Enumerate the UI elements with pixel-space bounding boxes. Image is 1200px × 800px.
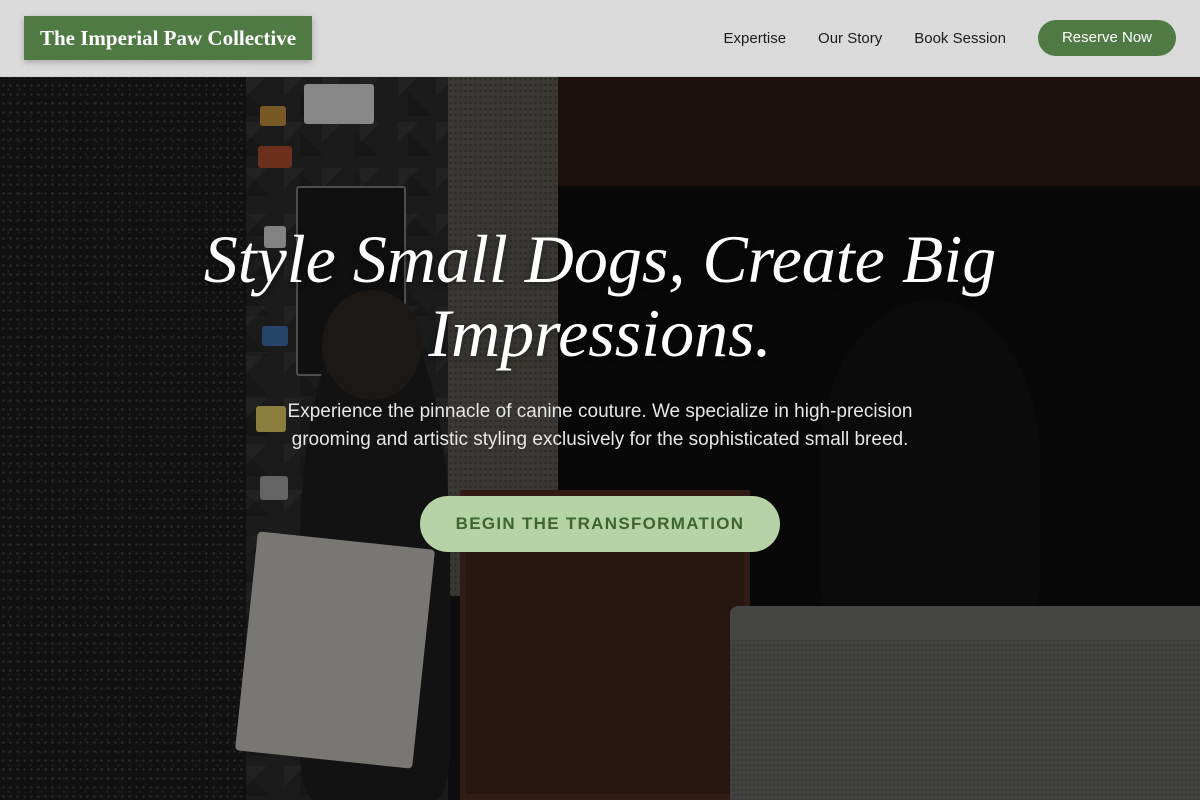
nav-link-book-session[interactable]: Book Session: [914, 30, 1006, 47]
navigation-bar: The Imperial Paw Collective Expertise Ou…: [0, 0, 1200, 77]
main-nav: Expertise Our Story Book Session Reserve…: [692, 20, 1176, 56]
hero-headline: Style Small Dogs, Create Big Impressions…: [203, 221, 997, 371]
begin-transformation-button[interactable]: BEGIN THE TRANSFORMATION: [420, 496, 780, 552]
hero-subheadline: Experience the pinnacle of canine coutur…: [287, 401, 913, 450]
nav-link-our-story[interactable]: Our Story: [818, 30, 882, 47]
reserve-now-button[interactable]: Reserve Now: [1037, 20, 1176, 56]
hero-content: Style Small Dogs, Create Big Impressions…: [0, 222, 1200, 552]
nav-link-expertise[interactable]: Expertise: [724, 30, 787, 47]
brand-logo[interactable]: The Imperial Paw Collective: [24, 16, 313, 60]
